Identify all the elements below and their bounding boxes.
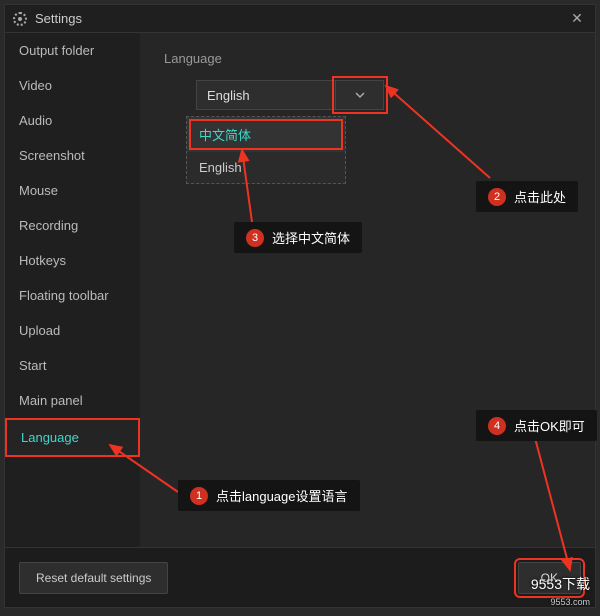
annotation-text: 点击language设置语言 xyxy=(216,486,348,505)
content-panel: Language English 中文简体English xyxy=(140,33,595,547)
sidebar: Output folderVideoAudioScreenshotMouseRe… xyxy=(5,33,140,547)
settings-window: Settings ✕ Output folderVideoAudioScreen… xyxy=(4,4,596,608)
language-select[interactable]: English xyxy=(196,80,571,110)
sidebar-item-screenshot[interactable]: Screenshot xyxy=(5,138,140,173)
annotation-text: 选择中文简体 xyxy=(272,228,350,247)
annotation-badge: 4 xyxy=(488,417,506,435)
footer: Reset default settings OK xyxy=(5,547,595,607)
annotation-3: 3 选择中文简体 xyxy=(234,222,362,253)
annotation-2: 2 点击此处 xyxy=(476,181,578,212)
sidebar-item-audio[interactable]: Audio xyxy=(5,103,140,138)
annotation-badge: 1 xyxy=(190,487,208,505)
language-label: Language xyxy=(164,51,571,66)
gear-icon xyxy=(13,12,27,26)
annotation-badge: 2 xyxy=(488,188,506,206)
sidebar-item-upload[interactable]: Upload xyxy=(5,313,140,348)
titlebar: Settings ✕ xyxy=(5,5,595,33)
annotation-1: 1 点击language设置语言 xyxy=(178,480,360,511)
sidebar-item-start[interactable]: Start xyxy=(5,348,140,383)
sidebar-item-floating-toolbar[interactable]: Floating toolbar xyxy=(5,278,140,313)
body: Output folderVideoAudioScreenshotMouseRe… xyxy=(5,33,595,547)
window-title: Settings xyxy=(35,11,82,26)
dropdown-option-0[interactable]: 中文简体 xyxy=(187,117,345,152)
sidebar-item-recording[interactable]: Recording xyxy=(5,208,140,243)
language-dropdown: 中文简体English xyxy=(186,116,346,184)
chevron-down-icon[interactable] xyxy=(336,80,384,110)
annotation-text: 点击OK即可 xyxy=(514,416,585,435)
sidebar-item-output-folder[interactable]: Output folder xyxy=(5,33,140,68)
dropdown-option-1[interactable]: English xyxy=(187,152,345,183)
sidebar-item-main-panel[interactable]: Main panel xyxy=(5,383,140,418)
close-icon[interactable]: ✕ xyxy=(567,9,587,29)
watermark: 9553下载 9553.com xyxy=(531,577,590,608)
annotation-4: 4 点击OK即可 xyxy=(476,410,597,441)
language-select-value: English xyxy=(196,80,336,110)
sidebar-item-mouse[interactable]: Mouse xyxy=(5,173,140,208)
annotation-text: 点击此处 xyxy=(514,187,566,206)
reset-button[interactable]: Reset default settings xyxy=(19,562,168,594)
sidebar-item-hotkeys[interactable]: Hotkeys xyxy=(5,243,140,278)
annotation-badge: 3 xyxy=(246,229,264,247)
sidebar-item-language[interactable]: Language xyxy=(5,418,140,457)
sidebar-item-video[interactable]: Video xyxy=(5,68,140,103)
